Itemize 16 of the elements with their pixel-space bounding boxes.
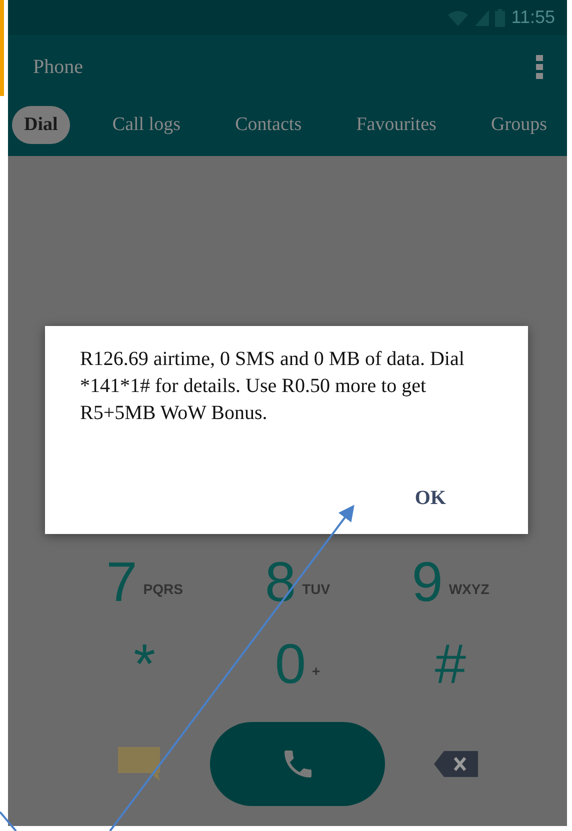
- keypad-key[interactable]: 0+: [221, 632, 374, 696]
- app-title: Phone: [33, 56, 83, 78]
- keypad-key[interactable]: 7 PQRS: [68, 550, 221, 614]
- keypad-key[interactable]: 8 TUV: [221, 550, 374, 614]
- tab[interactable]: Favourites: [344, 106, 448, 144]
- annotation-line: [0, 811, 17, 831]
- tab[interactable]: Dial: [12, 106, 70, 144]
- dialog-message: R126.69 airtime, 0 SMS and 0 MB of data. Dial *141*1# for details. Use R0.50 more to get R5+5MB WoW Bonus.: [80, 347, 466, 426]
- backspace-icon[interactable]: [434, 751, 478, 777]
- keypad-key[interactable]: 9 WXYZ: [374, 550, 527, 614]
- tab[interactable]: Contacts: [223, 106, 314, 144]
- tab[interactable]: Call logs: [100, 106, 192, 144]
- tab[interactable]: Groups: [479, 106, 559, 144]
- more-menu-icon[interactable]: [536, 55, 543, 79]
- ok-button[interactable]: OK: [392, 483, 468, 514]
- clock-time: 11:55: [511, 7, 555, 28]
